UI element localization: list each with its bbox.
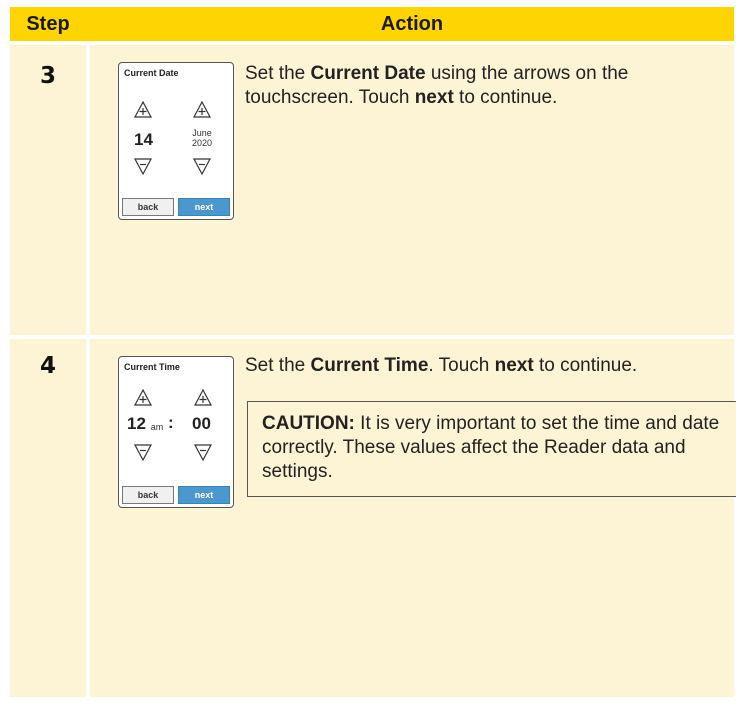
year-value: 2020 bbox=[191, 138, 213, 148]
hour-up-arrow-icon[interactable] bbox=[133, 388, 153, 408]
back-button[interactable]: back bbox=[122, 486, 174, 504]
instruction-text: Set the Current Time. Touch next to cont… bbox=[245, 354, 724, 378]
caution-label: CAUTION: bbox=[262, 413, 355, 434]
text-part: Set the bbox=[245, 355, 311, 376]
step-column-header: Step bbox=[26, 12, 70, 35]
month-up-arrow-icon[interactable] bbox=[192, 100, 212, 120]
step-cell: 4 bbox=[10, 339, 86, 697]
text-bold: Current Time bbox=[310, 355, 429, 376]
instruction-text: Set the Current Date using the arrows on… bbox=[245, 62, 724, 110]
steps-table: Step Action 3 Current Date 14 June 2020 … bbox=[10, 7, 736, 697]
text-bold: next bbox=[414, 87, 454, 108]
back-button[interactable]: back bbox=[122, 198, 174, 216]
time-separator: : bbox=[168, 413, 174, 432]
reader-screen-current-date: Current Date 14 June 2020 back next bbox=[118, 62, 234, 220]
minute-down-arrow-icon[interactable] bbox=[193, 442, 213, 462]
step-number: 4 bbox=[39, 353, 56, 379]
screen-title: Current Date bbox=[124, 68, 179, 78]
next-button[interactable]: next bbox=[178, 486, 230, 504]
step-row-3: 3 Current Date 14 June 2020 back next Se… bbox=[10, 45, 734, 335]
step-row-4: 4 Current Time 12 am : 00 back next Set … bbox=[10, 339, 736, 697]
month-year-value: June 2020 bbox=[189, 128, 215, 148]
day-up-arrow-icon[interactable] bbox=[133, 100, 153, 120]
text-part: . Touch bbox=[428, 355, 495, 376]
action-cell: Current Time 12 am : 00 back next Set th… bbox=[90, 339, 736, 697]
text-bold: next bbox=[494, 355, 534, 376]
reader-screen-current-time: Current Time 12 am : 00 back next bbox=[118, 356, 234, 508]
next-button[interactable]: next bbox=[178, 198, 230, 216]
day-down-arrow-icon[interactable] bbox=[133, 156, 153, 176]
day-value: 14 bbox=[134, 130, 153, 149]
action-column-header: Action bbox=[380, 12, 444, 35]
step-number: 3 bbox=[39, 63, 56, 89]
text-part: to continue. bbox=[453, 87, 558, 108]
step-cell: 3 bbox=[10, 45, 86, 335]
hour-value: 12 bbox=[127, 414, 146, 433]
ampm-value: am bbox=[150, 422, 164, 432]
screen-buttons: back next bbox=[122, 486, 230, 504]
text-part: Set the bbox=[245, 63, 311, 84]
table-header: Step Action bbox=[10, 7, 734, 41]
caution-box: CAUTION: It is very important to set the… bbox=[247, 401, 736, 497]
screen-title: Current Time bbox=[124, 362, 180, 372]
month-down-arrow-icon[interactable] bbox=[192, 156, 212, 176]
minute-value: 00 bbox=[192, 414, 211, 433]
hour-down-arrow-icon[interactable] bbox=[133, 442, 153, 462]
action-cell: Current Date 14 June 2020 back next Set … bbox=[90, 45, 734, 335]
text-part: to continue. bbox=[533, 355, 638, 376]
month-value: June bbox=[192, 128, 212, 138]
minute-up-arrow-icon[interactable] bbox=[193, 388, 213, 408]
screen-buttons: back next bbox=[122, 198, 230, 216]
text-bold: Current Date bbox=[310, 63, 426, 84]
